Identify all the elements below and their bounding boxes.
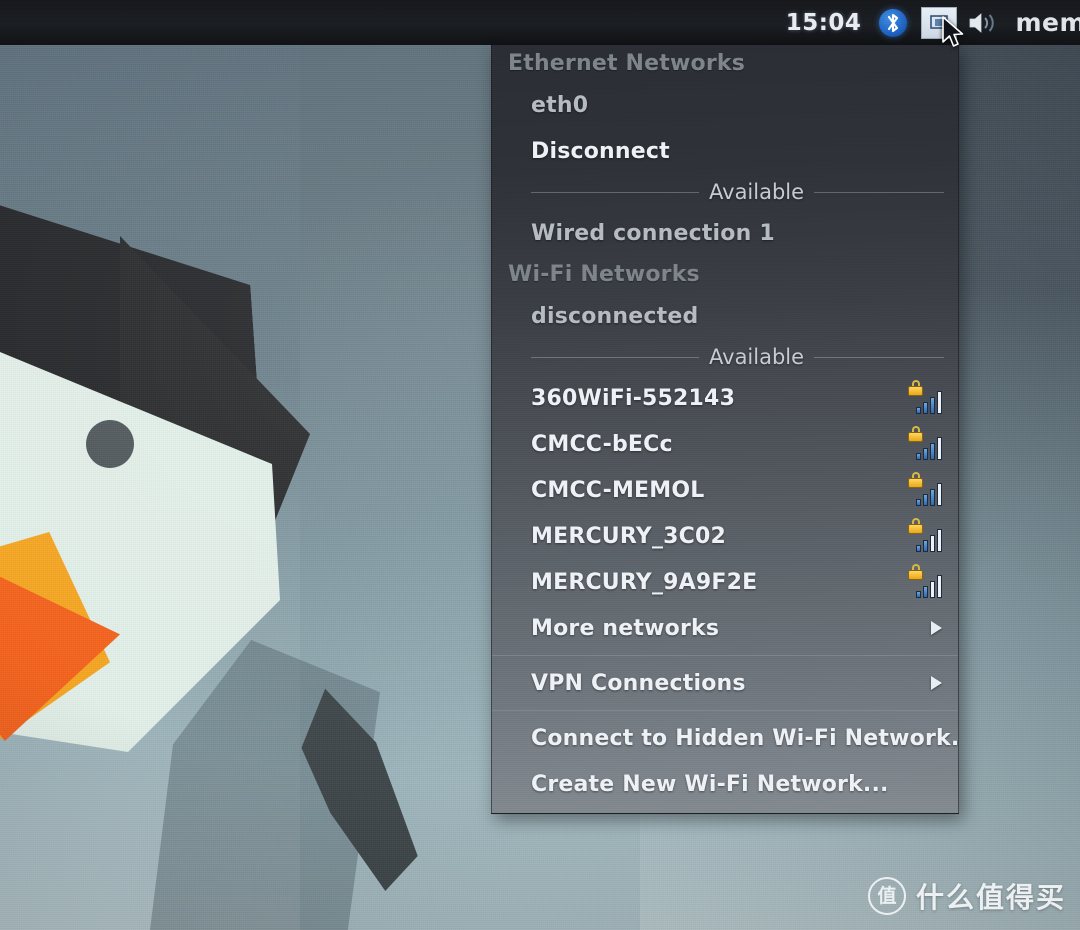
vpn-connections-item[interactable]: VPN Connections xyxy=(492,660,958,706)
wifi-ssid-label: 360WiFi-552143 xyxy=(531,385,736,411)
ethernet-device-label: eth0 xyxy=(531,92,589,118)
volume-icon xyxy=(970,12,995,33)
wifi-network-item[interactable]: MERCURY_3C02 xyxy=(492,513,958,559)
wifi-status-item: disconnected xyxy=(492,293,958,339)
menu-divider xyxy=(492,710,958,711)
wifi-secured-signal-icon xyxy=(908,472,942,506)
ethernet-section-title: Ethernet Networks xyxy=(508,51,745,76)
ethernet-available-separator: Available xyxy=(492,174,958,210)
wifi-ssid-label: CMCC-bECc xyxy=(531,431,673,457)
lock-icon xyxy=(908,426,924,442)
connect-hidden-wifi-label: Connect to Hidden Wi-Fi Network... xyxy=(531,725,959,751)
taskbar-app-label[interactable]: mem xyxy=(1015,8,1080,37)
wifi-secured-signal-icon xyxy=(908,564,942,598)
wifi-available-separator: Available xyxy=(492,339,958,375)
lock-icon xyxy=(908,564,924,580)
connect-hidden-wifi-item[interactable]: Connect to Hidden Wi-Fi Network... xyxy=(492,715,958,761)
watermark-logo-icon: 值 xyxy=(867,877,906,915)
chevron-right-icon xyxy=(931,676,942,690)
wifi-ssid-label: CMCC-MEMOL xyxy=(531,477,705,503)
ethernet-disconnect-item[interactable]: Disconnect xyxy=(492,128,958,174)
ethernet-device-eth0: eth0 xyxy=(492,82,958,128)
wifi-ssid-label: MERCURY_3C02 xyxy=(531,523,727,549)
bluetooth-tray-button[interactable] xyxy=(879,8,908,37)
separator-rule-left xyxy=(531,191,699,193)
wifi-secured-signal-icon xyxy=(908,426,942,460)
clock[interactable]: 15:04 xyxy=(786,10,862,36)
wifi-secured-signal-icon xyxy=(908,518,942,552)
ethernet-disconnect-label: Disconnect xyxy=(531,138,670,164)
more-networks-label: More networks xyxy=(531,615,720,641)
separator-rule-right xyxy=(814,356,944,358)
network-manager-menu[interactable]: Ethernet Networks eth0 Disconnect Availa… xyxy=(491,45,959,814)
menu-divider xyxy=(492,655,958,656)
create-new-wifi-item[interactable]: Create New Wi-Fi Network... xyxy=(492,761,958,807)
bluetooth-icon xyxy=(879,8,908,37)
create-new-wifi-label: Create New Wi-Fi Network... xyxy=(531,771,889,797)
wifi-network-item[interactable]: 360WiFi-552143 xyxy=(492,375,958,421)
wifi-available-label: Available xyxy=(709,345,805,369)
wifi-network-item[interactable]: CMCC-MEMOL xyxy=(492,467,958,513)
ethernet-available-label: Available xyxy=(709,180,805,204)
separator-rule-left xyxy=(531,356,699,358)
desktop-screen: 15:04 mem Ethernet Networks eth0 Disconn… xyxy=(0,0,1080,930)
volume-tray-button[interactable] xyxy=(967,10,1001,36)
wifi-status-label: disconnected xyxy=(531,303,699,329)
ethernet-connection-item[interactable]: Wired connection 1 xyxy=(492,210,958,256)
wifi-ssid-label: MERCURY_9A9F2E xyxy=(531,569,758,595)
network-tray-button[interactable] xyxy=(921,6,958,39)
network-tray-icon xyxy=(930,14,949,29)
top-panel: 15:04 mem xyxy=(0,0,1080,45)
lock-icon xyxy=(908,380,924,396)
lock-icon xyxy=(908,472,924,488)
watermark-text: 什么值得买 xyxy=(915,881,1066,914)
bluetooth-glyph xyxy=(888,13,899,32)
vpn-connections-label: VPN Connections xyxy=(531,670,746,696)
lock-icon xyxy=(908,518,924,534)
wifi-secured-signal-icon xyxy=(908,380,942,414)
wifi-network-item[interactable]: MERCURY_9A9F2E xyxy=(492,559,958,605)
ethernet-connection-label: Wired connection 1 xyxy=(531,220,775,246)
more-networks-item[interactable]: More networks xyxy=(492,605,958,651)
wifi-network-item[interactable]: CMCC-bECc xyxy=(492,421,958,467)
watermark: 值 什么值得买 xyxy=(867,876,1066,916)
wifi-section-title: Wi-Fi Networks xyxy=(508,262,700,287)
chevron-right-icon xyxy=(931,621,942,635)
tux-eye-shape xyxy=(86,420,134,468)
separator-rule-right xyxy=(814,191,944,193)
